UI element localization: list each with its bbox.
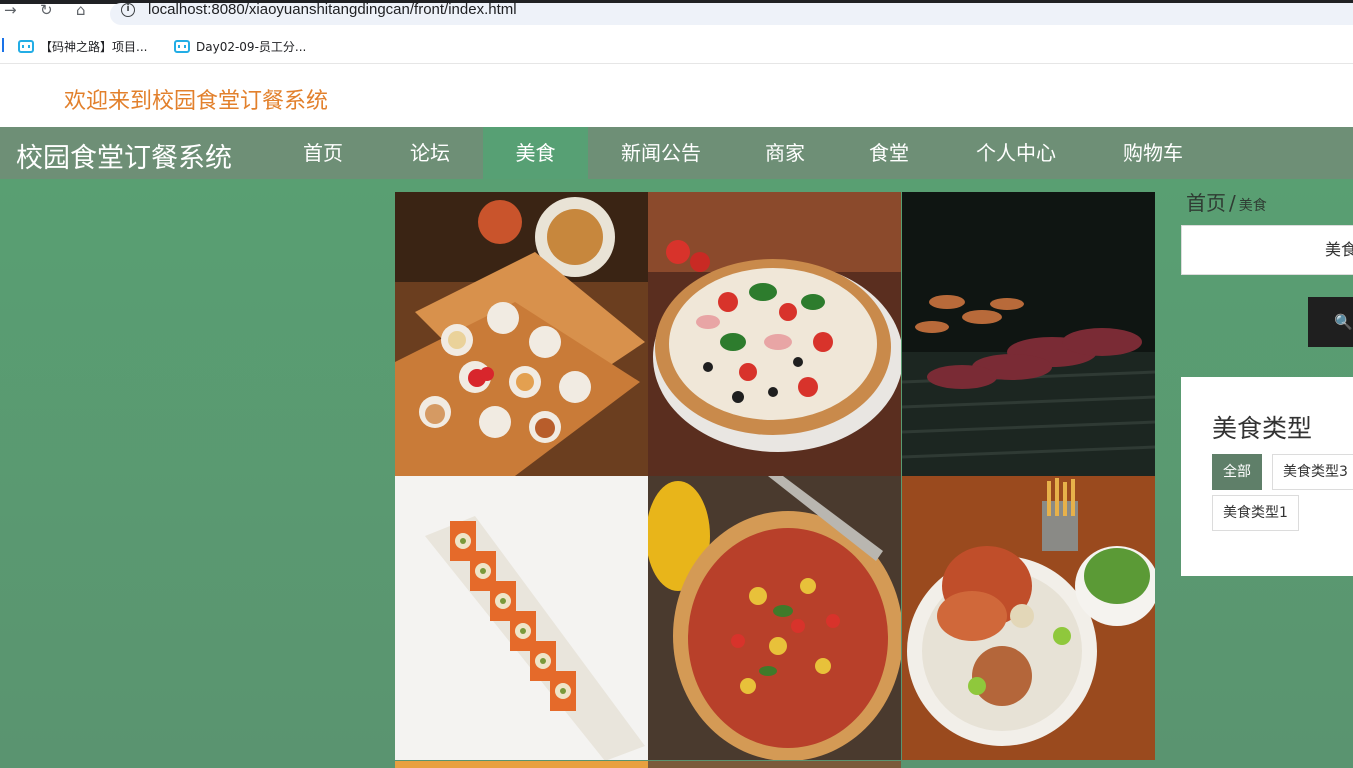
food-card[interactable] bbox=[648, 192, 901, 476]
bookmark-label: 【码神之路】项目... bbox=[40, 39, 148, 54]
site-title[interactable]: 校园食堂订餐系统 bbox=[16, 136, 232, 175]
category-panel: 美食类型 全部 美食类型3 美食类型1 bbox=[1181, 377, 1353, 576]
bookmark-item[interactable]: Day02-09-员工分... bbox=[174, 36, 306, 56]
pizza-image bbox=[648, 476, 901, 760]
bilibili-icon bbox=[174, 39, 190, 53]
breadcrumb-separator: / bbox=[1229, 191, 1236, 215]
food-grid bbox=[395, 192, 1156, 768]
category-tag[interactable]: 美食类型3 bbox=[1272, 454, 1353, 490]
category-tag[interactable]: 美食类型1 bbox=[1212, 495, 1299, 531]
nav-item-cart[interactable]: 购物车 bbox=[1105, 127, 1201, 179]
food-card[interactable] bbox=[395, 761, 648, 768]
search-button[interactable]: 🔍 bbox=[1308, 297, 1353, 347]
forward-icon[interactable]: → bbox=[4, 1, 17, 19]
bookmark-item[interactable]: 【码神之路】项目... bbox=[18, 36, 147, 56]
url-text[interactable]: localhost:8080/xiaoyuanshitangdingcan/fr… bbox=[148, 1, 517, 18]
bilibili-icon bbox=[18, 39, 34, 53]
nav-item-forum[interactable]: 论坛 bbox=[378, 127, 482, 179]
search-icon: 🔍 bbox=[1334, 313, 1353, 331]
grilled-meat-image bbox=[902, 192, 1155, 476]
food-card[interactable] bbox=[648, 761, 901, 768]
pizza-image bbox=[648, 192, 901, 476]
nav-item-canteen[interactable]: 食堂 bbox=[846, 127, 932, 179]
category-tag-all[interactable]: 全部 bbox=[1212, 454, 1262, 490]
main-content: 首页/美食 美食 🔍 美食类型 全部 美食类型3 美食类型1 bbox=[0, 179, 1353, 768]
browser-address-bar: → ↻ ⌂ i localhost:8080/xiaoyuanshitangdi… bbox=[0, 0, 1353, 25]
breadcrumb-current: 美食 bbox=[1238, 198, 1267, 214]
bookmarks-bar: 【码神之路】项目... Day02-09-员工分... bbox=[0, 28, 1353, 64]
breadcrumb: 首页 / 美食 bbox=[1186, 187, 1267, 216]
sushi-roll-image bbox=[395, 476, 648, 760]
food-card[interactable] bbox=[902, 476, 1155, 760]
reload-icon[interactable]: ↻ bbox=[40, 1, 53, 19]
main-navbar: 校园食堂订餐系统 首页 论坛 美食 新闻公告 商家 食堂 个人中心 购物车 bbox=[0, 127, 1353, 179]
food-card[interactable] bbox=[648, 476, 901, 760]
nav-item-news[interactable]: 新闻公告 bbox=[604, 127, 718, 179]
nav-item-home[interactable]: 首页 bbox=[271, 127, 375, 179]
nav-item-merchant[interactable]: 商家 bbox=[740, 127, 830, 179]
food-card[interactable] bbox=[902, 192, 1155, 476]
home-icon[interactable]: ⌂ bbox=[76, 1, 86, 19]
bookmark-label: Day02-09-员工分... bbox=[196, 39, 307, 54]
seafood-platter-image bbox=[902, 476, 1155, 760]
bookmarks-divider bbox=[2, 38, 4, 52]
welcome-banner: 欢迎来到校园食堂订餐系统 bbox=[64, 89, 329, 114]
food-card[interactable] bbox=[395, 476, 648, 760]
breadcrumb-home[interactable]: 首页 bbox=[1186, 191, 1226, 215]
search-input[interactable]: 美食 bbox=[1181, 225, 1353, 275]
site-info-icon[interactable]: i bbox=[121, 3, 135, 17]
nav-item-food[interactable]: 美食 bbox=[483, 127, 588, 179]
food-card[interactable] bbox=[395, 192, 648, 476]
category-title: 美食类型 bbox=[1212, 414, 1313, 443]
bento-box-image bbox=[395, 192, 648, 476]
nav-item-profile[interactable]: 个人中心 bbox=[960, 127, 1072, 179]
